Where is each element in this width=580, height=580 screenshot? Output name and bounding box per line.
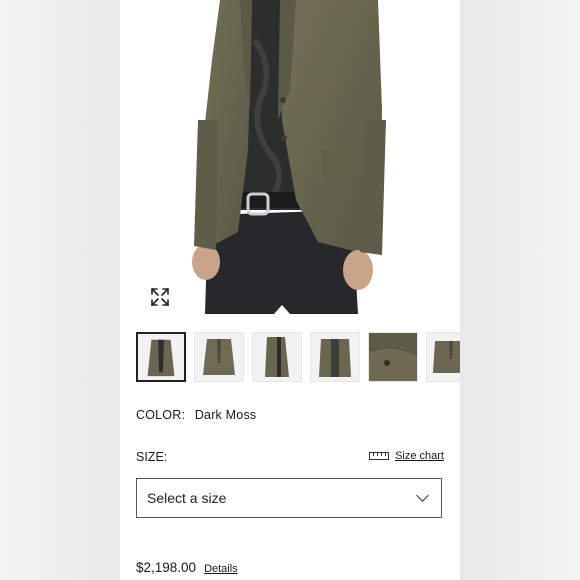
thumbnail-strip (136, 332, 460, 382)
left-backdrop (0, 0, 120, 580)
size-select-value: Select a size (147, 490, 227, 506)
thumbnail-flat-lay[interactable] (426, 332, 460, 382)
color-label: COLOR: (136, 408, 186, 422)
price-row: $2,198.00 Details (136, 560, 238, 575)
chevron-down-icon (416, 489, 429, 502)
price: $2,198.00 (136, 560, 197, 575)
details-link[interactable]: Details (204, 563, 238, 575)
active-indicator (274, 305, 290, 314)
ruler-icon (369, 452, 390, 460)
size-label: SIZE: (136, 450, 168, 464)
color-value: Dark Moss (194, 408, 257, 422)
expand-arrows-icon[interactable] (149, 286, 171, 308)
right-backdrop (460, 0, 580, 580)
thumbnail-open-worn[interactable] (310, 332, 360, 382)
thumbnail-detail-closeup[interactable] (368, 332, 418, 382)
main-product-image[interactable] (120, 0, 460, 314)
jacket-photo (192, 0, 386, 314)
size-select[interactable]: Select a size (136, 478, 442, 518)
size-row: SIZE: Size chart (136, 450, 444, 464)
thumbnail-side-worn[interactable] (252, 332, 302, 382)
color-row: COLOR: Dark Moss (136, 408, 256, 422)
size-chart-label: Size chart (395, 450, 444, 462)
size-chart-link[interactable]: Size chart (369, 450, 444, 462)
product-panel: COLOR: Dark Moss SIZE: Size chart Select… (120, 0, 460, 580)
thumbnail-front-worn[interactable] (136, 332, 186, 382)
thumbnail-front-flat[interactable] (194, 332, 244, 382)
